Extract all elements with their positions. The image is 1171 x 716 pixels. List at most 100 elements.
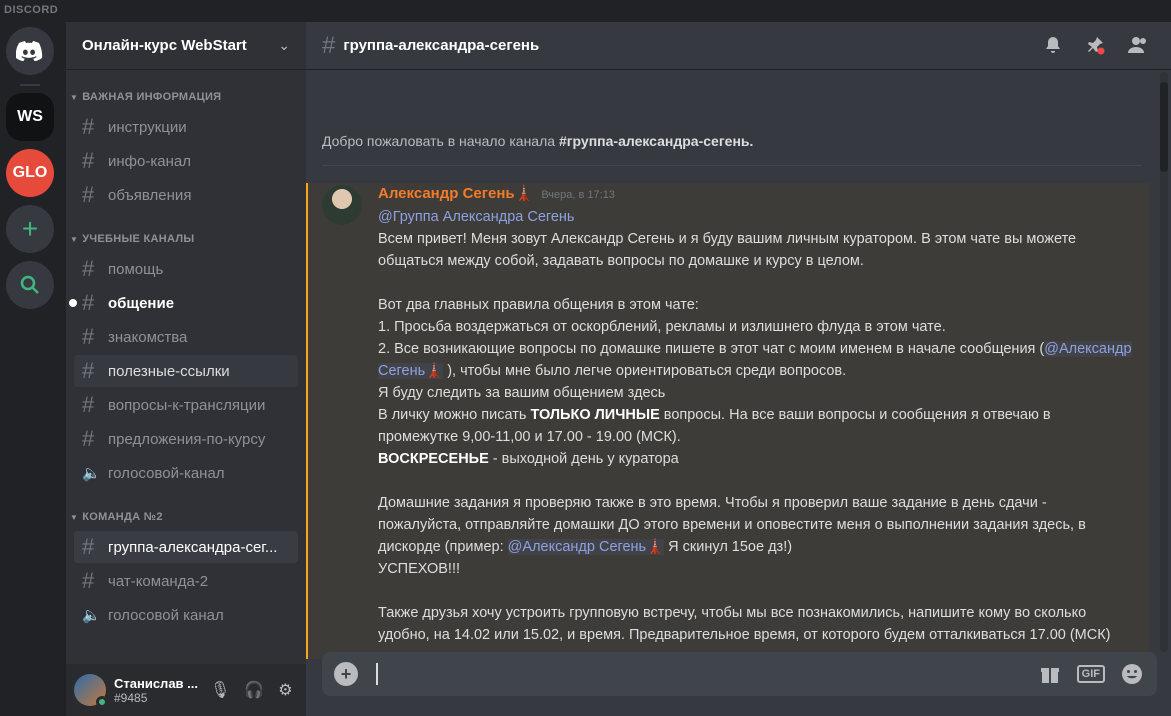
composer-toolbar: GIF	[1039, 663, 1143, 685]
channel-info[interactable]: # инфо-канал	[74, 145, 298, 177]
server-name: Онлайн-курс WebStart	[82, 37, 247, 54]
channel-sidebar: Онлайн-курс WebStart ⌄ ▼ ВАЖНАЯ ИНФОРМАЦ…	[66, 22, 306, 716]
sunday-text: - выходной день у куратора	[488, 451, 679, 467]
user-name: Станислав ...	[114, 675, 198, 691]
microphone-icon[interactable]: 🎙	[210, 680, 230, 700]
channel-label: инфо-канал	[108, 152, 191, 170]
rule2-text: 2. Все возникающие вопросы по домашке пи…	[378, 341, 1045, 357]
channel-group-alexander[interactable]: # группа-александра-сег...	[74, 531, 298, 563]
channel-team-voice[interactable]: 🔈 голосовой канал	[74, 599, 298, 631]
message-line: УСПЕХОВ!!!	[378, 561, 461, 577]
hash-icon: #	[82, 324, 95, 349]
guild-separator	[20, 84, 40, 86]
guild-rail: WS GLO +	[0, 22, 60, 716]
members-icon[interactable]	[1127, 35, 1149, 55]
hash-icon: #	[82, 290, 95, 315]
user-panel: Станислав ... #9485 🎙 🎧 ⚙	[66, 664, 306, 716]
caret-down-icon: ▼	[70, 92, 79, 102]
app-brand: DISCORD	[4, 4, 59, 16]
category-label: КОМАНДА №2	[82, 511, 163, 523]
header-toolbar	[1043, 35, 1149, 55]
channel-welcome: Добро пожаловать в начало канала #группа…	[322, 133, 753, 149]
user-mention[interactable]: @Александр Сегень🗼	[507, 539, 665, 555]
attach-button[interactable]: +	[334, 662, 358, 686]
welcome-text: Добро пожаловать в начало канала	[322, 133, 559, 149]
unread-indicator	[69, 299, 77, 307]
explore-servers-button[interactable]	[6, 261, 54, 309]
category-label: УЧЕБНЫЕ КАНАЛЫ	[82, 233, 195, 245]
channel-announcements[interactable]: # объявления	[74, 179, 298, 211]
message-line-sunday: ВОСКРЕСЕНЬЕ - выходной день у куратора	[378, 448, 1133, 470]
channel-label: группа-александра-сег...	[108, 538, 278, 556]
channel-title: группа-александра-сегень	[343, 37, 540, 54]
channel-help[interactable]: # помощь	[74, 253, 298, 285]
channel-label: голосовой канал	[108, 606, 224, 624]
hash-icon: #	[82, 182, 95, 207]
category-team[interactable]: ▼ КОМАНДА №2	[70, 511, 163, 523]
guild-ws[interactable]: WS	[6, 93, 54, 141]
headphones-icon[interactable]: 🎧	[244, 680, 264, 700]
message-input[interactable]	[376, 663, 1039, 685]
channel-label: предложения-по-курсу	[108, 430, 266, 448]
group-mention[interactable]: @Группа Александра Сегень	[378, 209, 574, 225]
hash-icon: #	[82, 426, 95, 451]
add-server-button[interactable]: +	[6, 205, 54, 253]
hash-icon: #	[322, 31, 336, 59]
avatar[interactable]	[74, 674, 108, 708]
message-paragraph: Всем привет! Меня зовут Александр Сегень…	[378, 231, 1077, 269]
channel-suggestions[interactable]: # предложения-по-курсу	[74, 423, 298, 455]
category-label: ВАЖНАЯ ИНФОРМАЦИЯ	[82, 91, 222, 103]
message-timestamp: Вчера, в 17:13	[541, 189, 615, 201]
speaker-icon: 🔈	[82, 607, 101, 624]
gear-icon[interactable]: ⚙	[278, 680, 292, 700]
hash-icon: #	[82, 534, 95, 559]
channel-label: инструкции	[108, 118, 187, 136]
bell-icon[interactable]	[1043, 35, 1063, 55]
hash-icon: #	[82, 148, 95, 173]
message[interactable]: Александр Сегень🗼 Вчера, в 17:13 @Группа…	[306, 183, 1149, 659]
channel-intro[interactable]: # знакомства	[74, 321, 298, 353]
pin-icon[interactable]	[1085, 35, 1105, 55]
guild-glo[interactable]: GLO	[6, 149, 54, 197]
user-info[interactable]: Станислав ... #9485	[114, 676, 204, 705]
sunday-bold: ВОСКРЕСЕНЬЕ	[378, 451, 489, 467]
gift-icon[interactable]	[1039, 663, 1061, 685]
user-tag: #9485	[114, 690, 148, 705]
channel-useful-links[interactable]: # полезные-ссылки	[74, 355, 298, 387]
channel-label: общение	[108, 294, 175, 312]
channel-stream-questions[interactable]: # вопросы-к-трансляции	[74, 389, 298, 421]
speaker-icon: 🔈	[82, 465, 101, 482]
channel-label: знакомства	[108, 328, 188, 346]
channel-header: # группа-александра-сегень	[306, 22, 1171, 70]
caret-down-icon: ▼	[70, 234, 79, 244]
chevron-down-icon: ⌄	[278, 37, 290, 53]
channel-voice[interactable]: 🔈 голосовой-канал	[74, 457, 298, 489]
private-text: В личку можно писать	[378, 407, 531, 423]
server-header[interactable]: Онлайн-курс WebStart ⌄	[66, 22, 306, 70]
channel-chat[interactable]: # общение	[69, 287, 298, 319]
hash-icon: #	[82, 568, 95, 593]
hash-icon: #	[82, 392, 95, 417]
divider	[322, 165, 1142, 166]
online-status-icon	[96, 696, 108, 708]
category-study[interactable]: ▼ УЧЕБНЫЕ КАНАЛЫ	[70, 233, 195, 245]
category-important[interactable]: ▼ ВАЖНАЯ ИНФОРМАЦИЯ	[70, 91, 221, 103]
message-author[interactable]: Александр Сегень🗼	[378, 183, 533, 205]
message-line: 1. Просьба воздержаться от оскорблений, …	[378, 319, 946, 335]
home-button[interactable]	[6, 27, 54, 75]
channel-label: голосовой-канал	[108, 464, 225, 482]
channel-team-chat[interactable]: # чат-команда-2	[74, 565, 298, 597]
channel-instructions[interactable]: # инструкции	[74, 111, 298, 143]
channel-label: вопросы-к-трансляции	[108, 396, 266, 414]
gif-button[interactable]: GIF	[1076, 665, 1105, 683]
hash-icon: #	[82, 358, 95, 383]
avatar[interactable]	[322, 185, 362, 225]
message-header: Александр Сегень🗼 Вчера, в 17:13	[378, 183, 1133, 206]
hash-icon: #	[82, 114, 95, 139]
scrollbar-thumb[interactable]	[1160, 82, 1168, 172]
emoji-icon[interactable]	[1121, 663, 1143, 685]
message-line-homework: Домашние задания я проверяю также в это …	[378, 492, 1133, 558]
discord-logo-icon	[16, 41, 43, 61]
